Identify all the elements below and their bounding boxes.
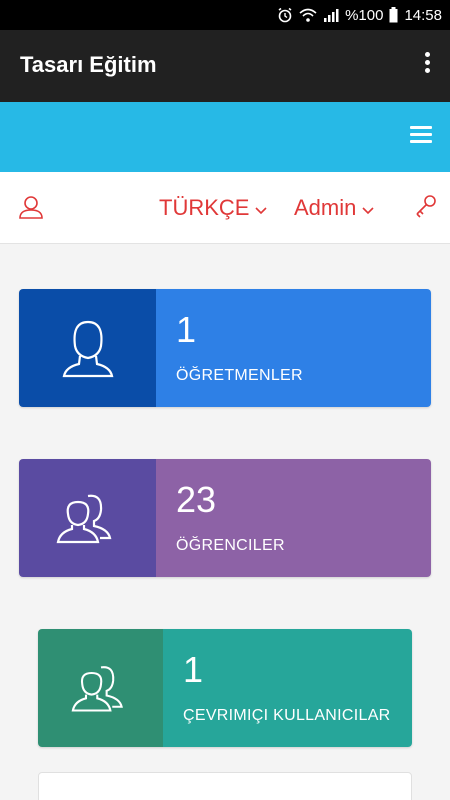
teacher-icon xyxy=(19,289,156,407)
signal-icon xyxy=(323,7,339,23)
key-icon[interactable] xyxy=(414,194,438,225)
teachers-label: ÖĞRETMENLER xyxy=(176,367,303,384)
status-bar: %100 14:58 xyxy=(0,0,450,30)
header-bar xyxy=(0,102,450,172)
students-icon xyxy=(19,459,156,577)
online-users-icon xyxy=(38,629,163,747)
students-stat-card[interactable]: 23 ÖĞRENCILER xyxy=(19,459,431,577)
battery-icon xyxy=(389,7,398,23)
students-count: 23 xyxy=(176,479,217,520)
chevron-down-icon xyxy=(255,195,268,221)
alarm-icon xyxy=(277,7,293,23)
language-dropdown[interactable]: TÜRKÇE xyxy=(159,195,268,221)
app-title: Tasarı Eğitim xyxy=(20,52,157,77)
students-stat-body: 23 ÖĞRENCILER xyxy=(156,459,431,577)
language-label: TÜRKÇE xyxy=(159,195,250,220)
user-menu-label: Admin xyxy=(294,195,357,220)
top-nav: TÜRKÇE Admin xyxy=(0,172,450,244)
online-users-stat-body: 1 ÇEVRIMIÇI KULLANICILAR xyxy=(163,629,412,747)
overflow-menu-icon[interactable] xyxy=(420,52,434,82)
online-users-count: 1 xyxy=(183,649,204,690)
online-users-label: ÇEVRIMIÇI KULLANICILAR xyxy=(183,707,391,724)
students-label: ÖĞRENCILER xyxy=(176,537,285,554)
status-icons: %100 14:58 xyxy=(277,0,442,30)
chevron-down-icon xyxy=(362,195,374,221)
next-card xyxy=(38,772,412,800)
teachers-stat-card[interactable]: 1 ÖĞRETMENLER xyxy=(19,289,431,407)
online-users-stat-card[interactable]: 1 ÇEVRIMIÇI KULLANICILAR xyxy=(38,629,412,747)
user-icon[interactable] xyxy=(18,194,44,225)
teachers-count: 1 xyxy=(176,309,197,350)
status-time: 14:58 xyxy=(404,6,442,24)
app-bar: Tasarı Eğitim xyxy=(0,30,450,102)
battery-text: %100 xyxy=(345,6,384,24)
teachers-stat-body: 1 ÖĞRETMENLER xyxy=(156,289,431,407)
hamburger-icon[interactable] xyxy=(410,126,432,144)
wifi-icon xyxy=(299,7,317,23)
user-dropdown[interactable]: Admin xyxy=(294,195,374,221)
